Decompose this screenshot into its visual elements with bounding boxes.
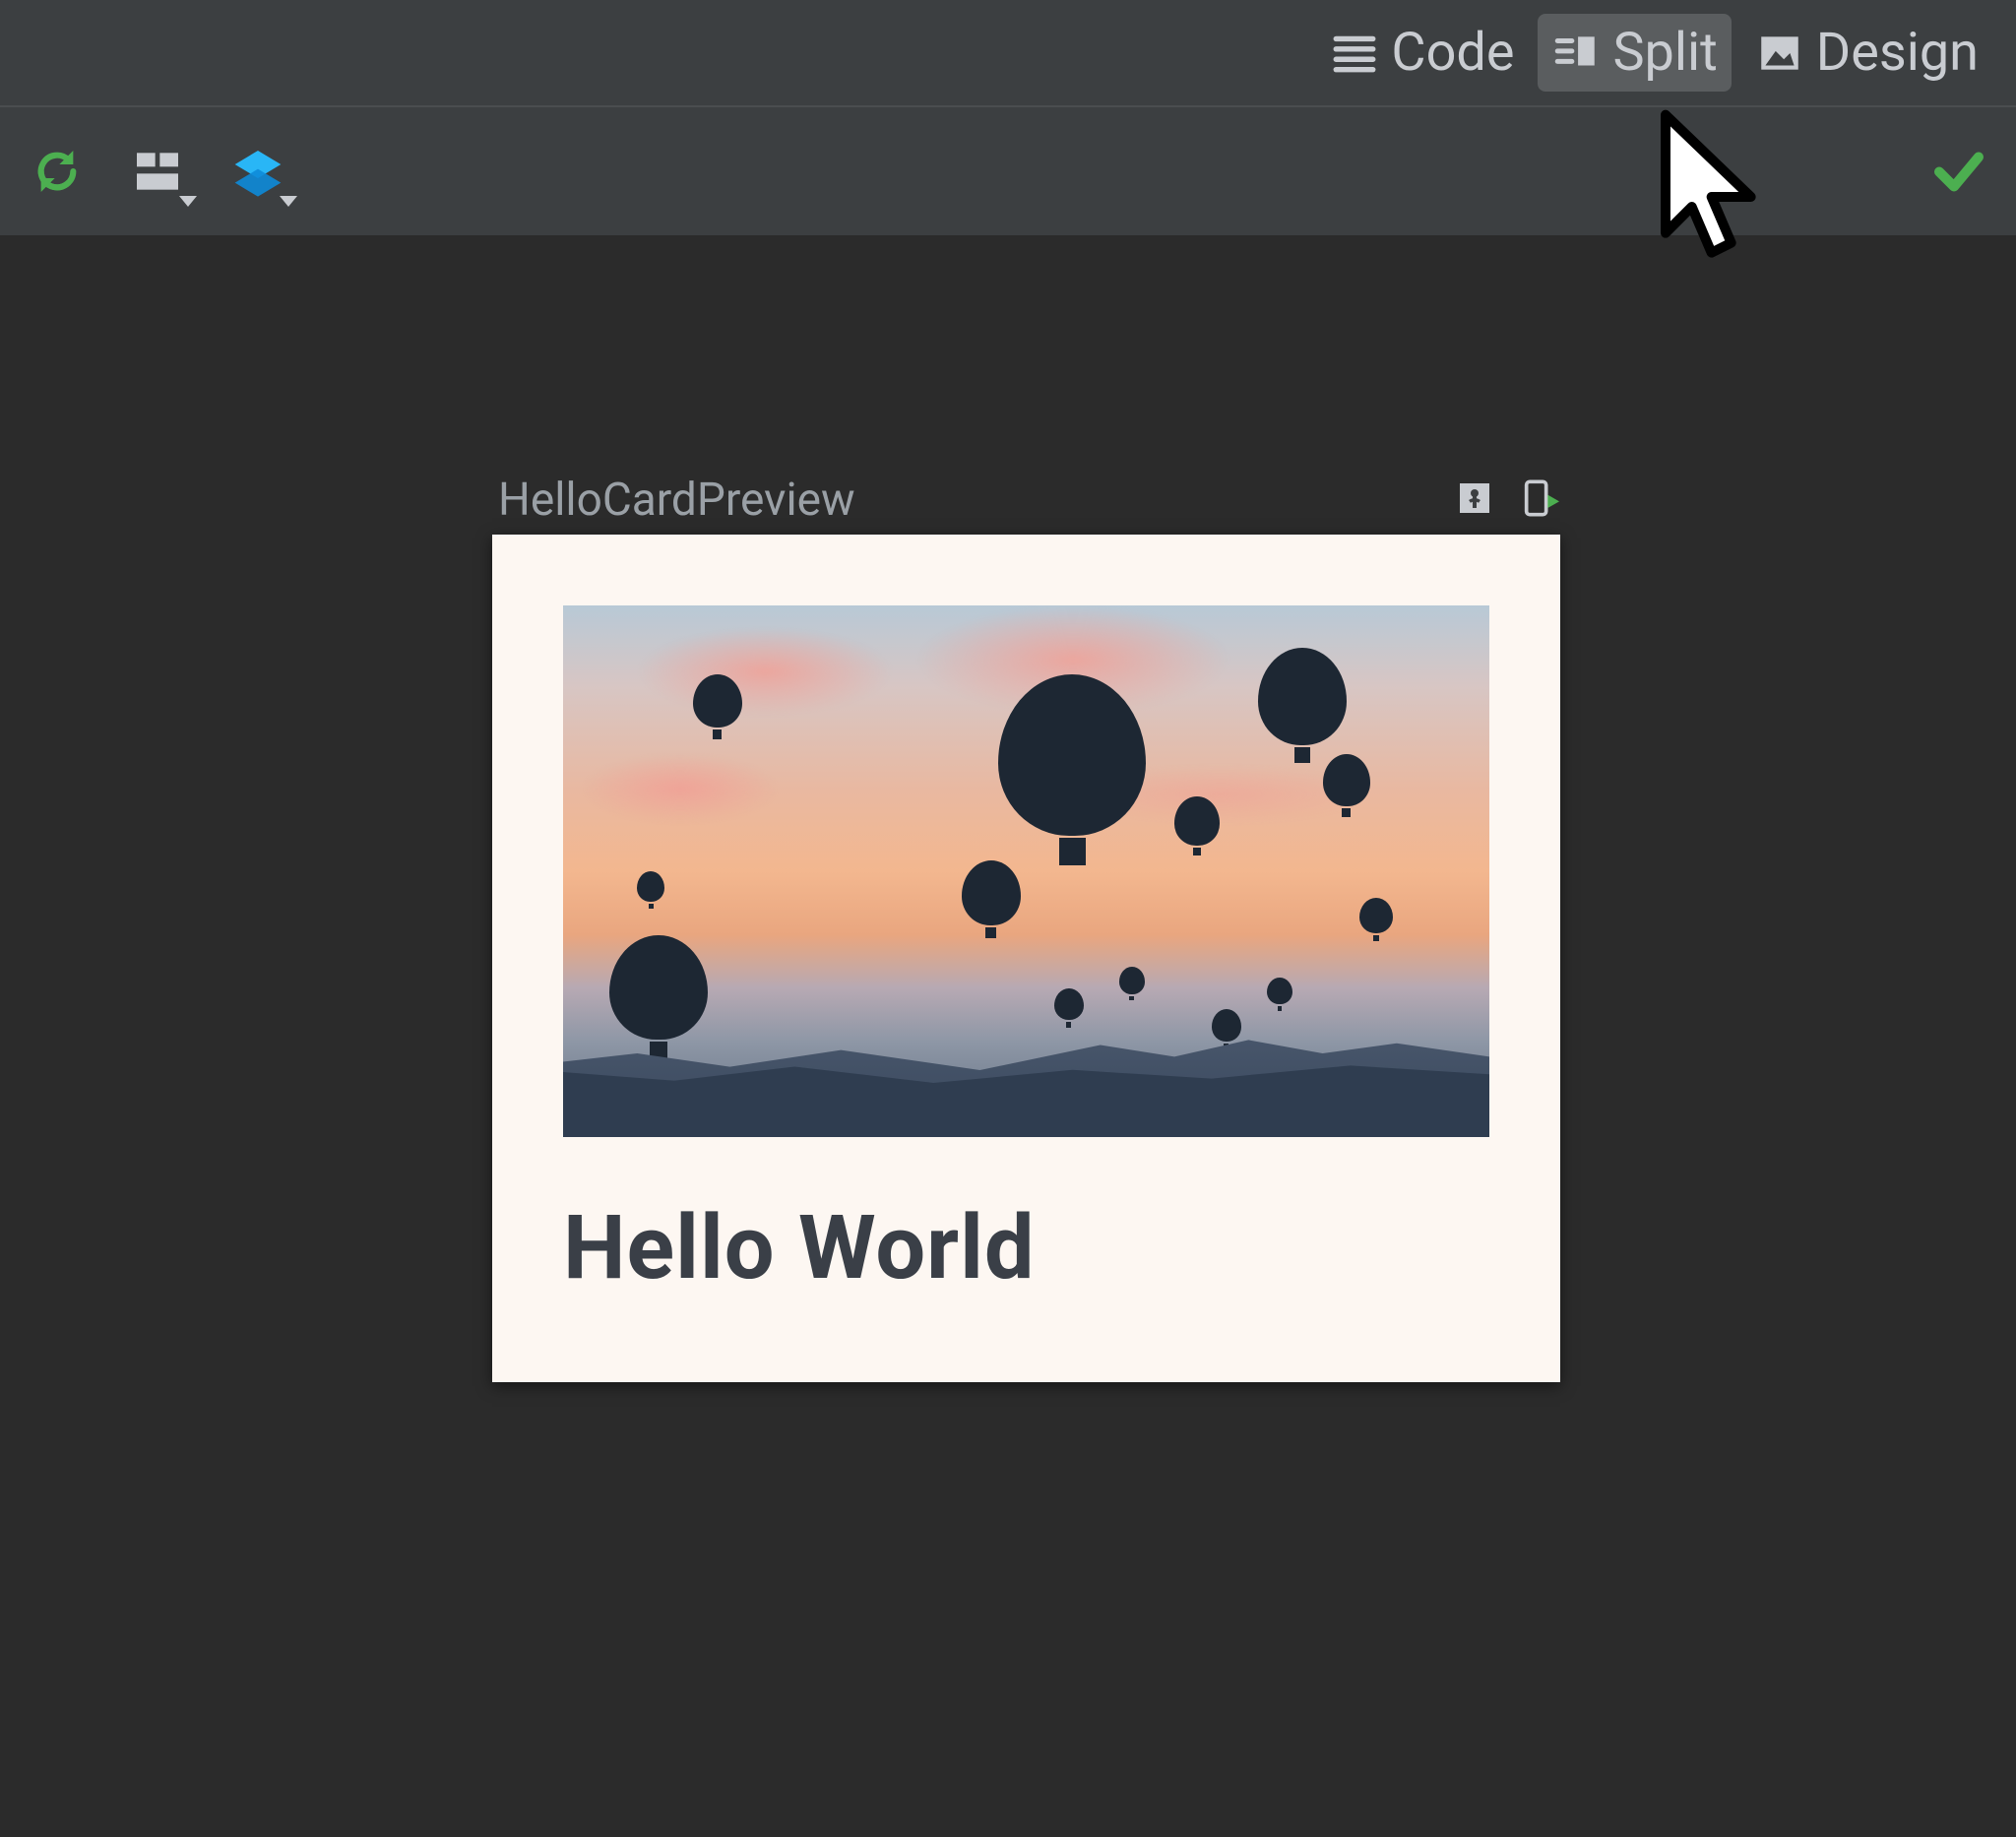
preview-actions <box>1455 478 1559 522</box>
image-icon <box>1755 29 1804 78</box>
viewmode-split-label: Split <box>1612 22 1717 84</box>
viewmode-code-label: Code <box>1391 22 1514 84</box>
hamburger-icon <box>1330 29 1379 78</box>
viewmode-design-label: Design <box>1816 22 1979 84</box>
chevron-down-icon <box>179 196 197 207</box>
layers-button[interactable] <box>228 142 287 201</box>
layers-icon <box>230 144 285 199</box>
preview-frame: HelloCardPreview <box>492 474 1565 1382</box>
layout-bounds-icon <box>130 144 185 199</box>
preview-card[interactable]: Hello World <box>492 535 1560 1382</box>
preview-header: HelloCardPreview <box>492 474 1565 527</box>
viewmode-code-button[interactable]: Code <box>1316 14 1528 92</box>
checkmark-icon <box>1929 140 1988 199</box>
deploy-preview-icon <box>1520 478 1559 518</box>
view-mode-bar: Code Split Design <box>0 0 2016 107</box>
deploy-preview-button[interactable] <box>1520 478 1559 522</box>
refresh-button[interactable] <box>28 142 87 201</box>
card-headline: Hello World <box>563 1196 1489 1299</box>
refresh-icon <box>30 144 85 199</box>
viewmode-design-button[interactable]: Design <box>1741 14 1992 92</box>
preview-title: HelloCardPreview <box>498 474 855 527</box>
viewmode-split-button[interactable]: Split <box>1538 14 1731 92</box>
card-image <box>563 605 1489 1137</box>
interactive-preview-button[interactable] <box>1455 478 1494 522</box>
split-view-icon <box>1551 29 1601 78</box>
preview-toolbar <box>0 107 2016 237</box>
interactive-preview-icon <box>1455 478 1494 518</box>
build-ok-indicator <box>1929 140 1988 203</box>
layout-bounds-button[interactable] <box>128 142 187 201</box>
chevron-down-icon <box>280 196 297 207</box>
preview-canvas[interactable]: HelloCardPreview <box>0 237 2016 1837</box>
